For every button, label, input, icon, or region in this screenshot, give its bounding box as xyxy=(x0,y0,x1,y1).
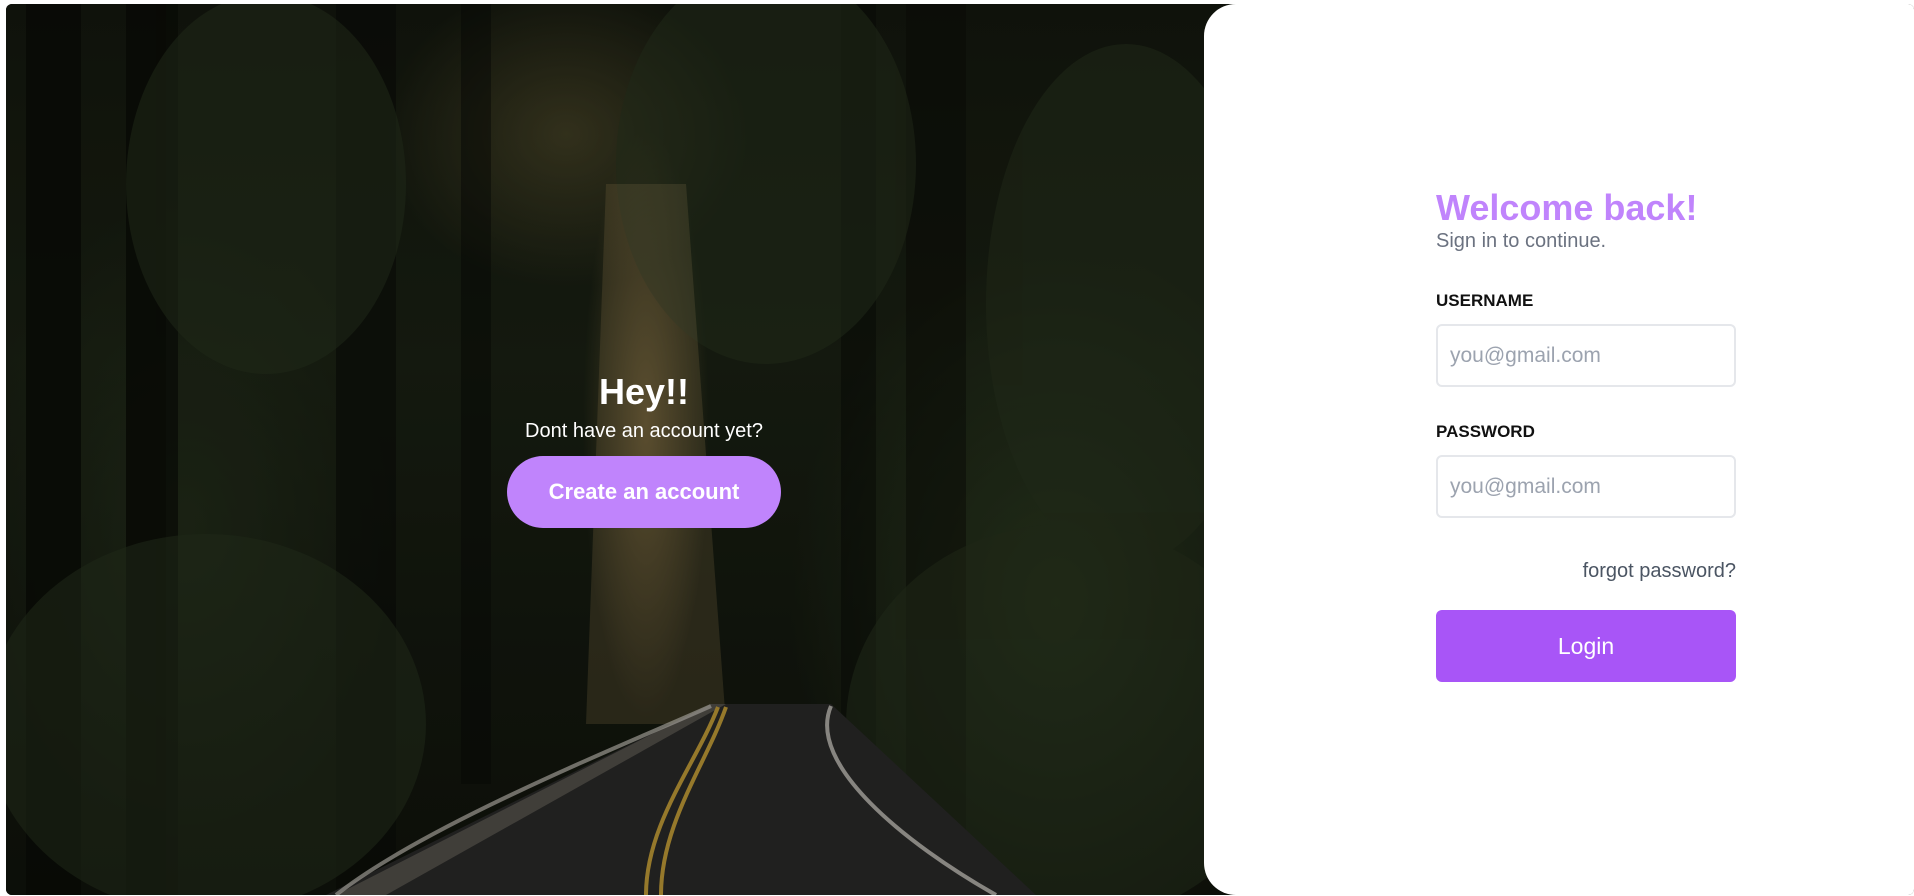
login-title: Welcome back! xyxy=(1436,187,1698,228)
hero-panel: Hey!! Dont have an account yet? Create a… xyxy=(6,4,1246,895)
hero-subtitle: Dont have an account yet? xyxy=(525,420,763,442)
login-subtitle: Sign in to continue. xyxy=(1436,230,1607,252)
hero-title: Hey!! xyxy=(598,371,690,412)
hero-content: Hey!! Dont have an account yet? Create a… xyxy=(6,370,1246,528)
app-frame: Hey!! Dont have an account yet? Create a… xyxy=(6,4,1914,895)
login-form: Welcome back! Sign in to continue. USERN… xyxy=(1436,186,1736,682)
login-button[interactable]: Login xyxy=(1436,610,1736,682)
forgot-password-link[interactable]: forgot password? xyxy=(1436,558,1736,584)
create-account-button[interactable]: Create an account xyxy=(507,456,781,528)
username-input[interactable] xyxy=(1436,324,1736,387)
password-input[interactable] xyxy=(1436,455,1736,518)
username-label: USERNAME xyxy=(1436,291,1534,310)
password-label: PASSWORD xyxy=(1436,422,1535,441)
login-panel: Welcome back! Sign in to continue. USERN… xyxy=(1204,4,1914,895)
